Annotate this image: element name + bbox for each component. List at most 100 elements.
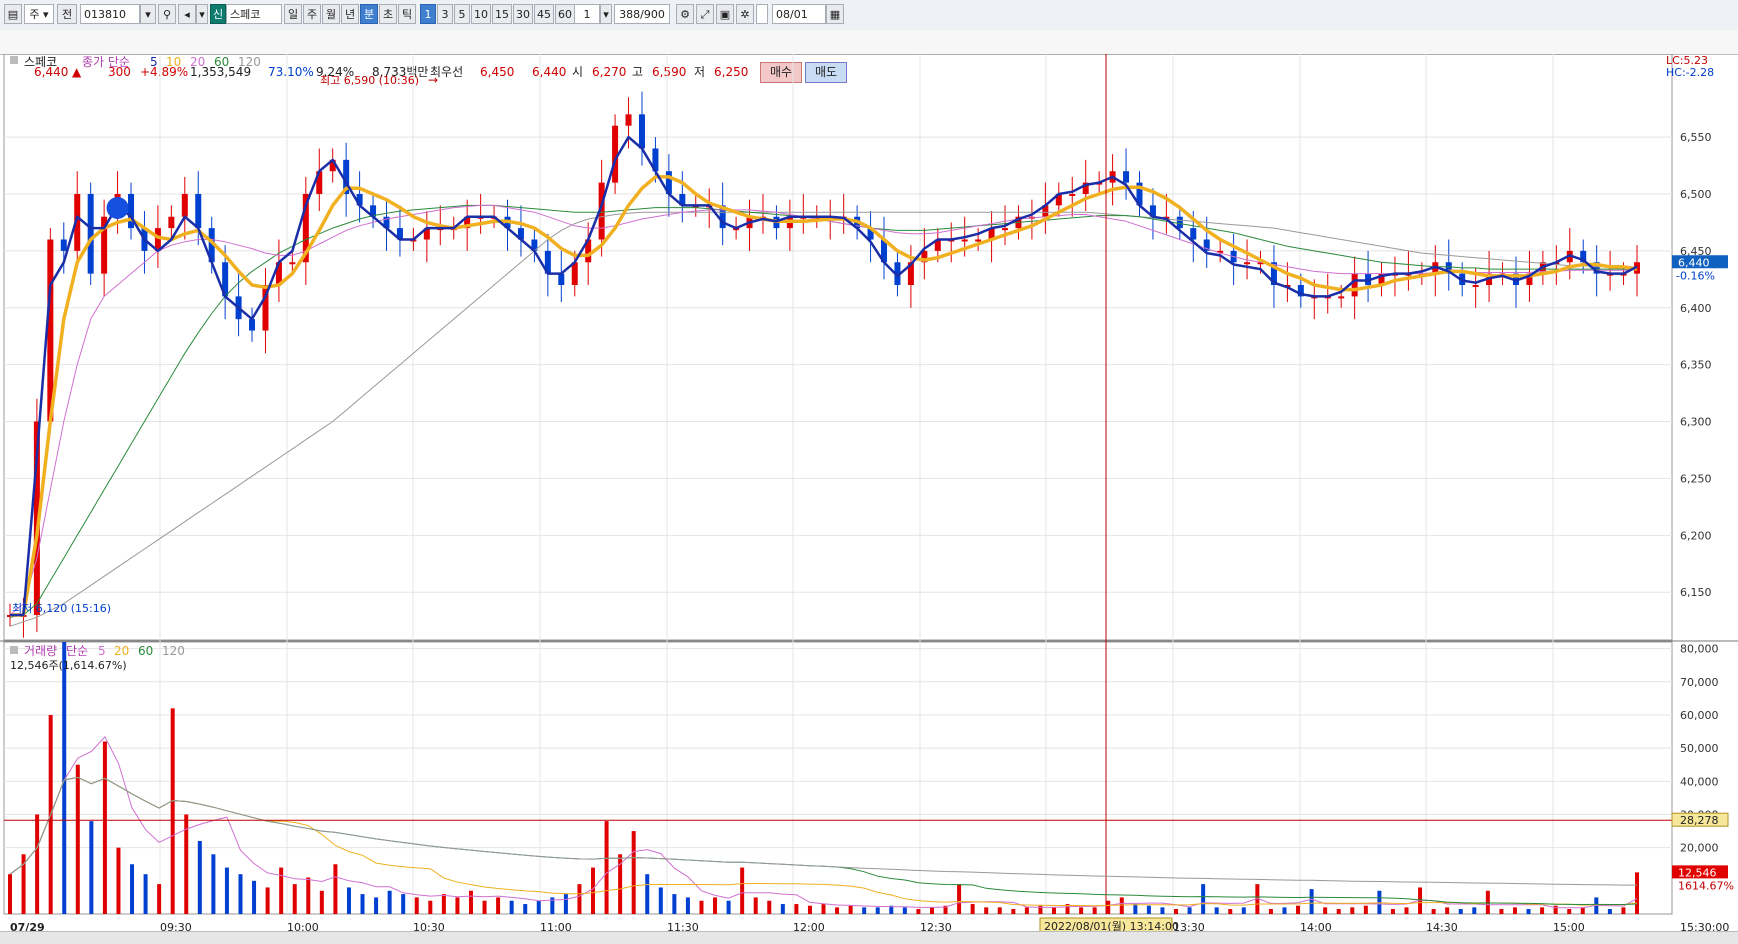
low-annotation: 최저 6,120 (15:16) bbox=[12, 602, 111, 615]
market-mode-select[interactable]: 주 ▾ bbox=[24, 4, 54, 24]
crosshair-date-label: 2022/08/01(월) 13:14:00 bbox=[1044, 920, 1179, 931]
volume-bar bbox=[496, 897, 501, 914]
volume-bar bbox=[75, 764, 80, 914]
period-button-5[interactable]: 초 bbox=[379, 4, 397, 24]
volume-bar bbox=[1174, 909, 1179, 914]
volume-ma120-line bbox=[9, 776, 1637, 886]
settings-gear-icon[interactable]: ✲ bbox=[736, 4, 754, 24]
minute-button-30[interactable]: 30 bbox=[513, 4, 533, 24]
period-button-2[interactable]: 월 bbox=[322, 4, 340, 24]
code-dropdown-icon[interactable]: ▾ bbox=[140, 4, 156, 24]
time-tick-label: 10:30 bbox=[413, 921, 445, 931]
volume-bar bbox=[1119, 897, 1124, 914]
volume-bar bbox=[875, 907, 880, 914]
time-tick-label: 14:00 bbox=[1300, 921, 1332, 931]
volume-bar bbox=[102, 741, 107, 914]
candle-body bbox=[87, 193, 94, 274]
last-price-label: 6,440 bbox=[1678, 256, 1710, 269]
volume-bar bbox=[984, 907, 989, 914]
time-tick-label: 14:30 bbox=[1426, 921, 1458, 931]
volume-legend-period: 120 bbox=[162, 644, 185, 658]
volume-bar bbox=[685, 897, 690, 914]
calendar-icon[interactable]: ▦ bbox=[826, 4, 844, 24]
volume-bar bbox=[1187, 907, 1192, 914]
volume-bar bbox=[1540, 907, 1545, 914]
volume-bar bbox=[130, 864, 135, 914]
volume-bar bbox=[292, 884, 297, 914]
volume-legend-period: 5 bbox=[98, 644, 106, 658]
volume-bar bbox=[1296, 905, 1301, 914]
stock-chart[interactable]: 6,1506,2006,2506,3006,3506,4006,4506,500… bbox=[0, 54, 1738, 931]
volume-bar bbox=[1499, 909, 1504, 914]
multiplier-dropdown-icon[interactable]: ▾ bbox=[600, 4, 612, 24]
draw-tool-icon[interactable]: ⤢ bbox=[696, 4, 714, 24]
period-button-0[interactable]: 일 bbox=[284, 4, 302, 24]
minute-button-5[interactable]: 5 bbox=[454, 4, 470, 24]
volume-bar bbox=[563, 894, 568, 914]
volume-legend-period: 60 bbox=[138, 644, 153, 658]
volume-bar bbox=[509, 900, 514, 914]
minute-button-60[interactable]: 60 bbox=[555, 4, 575, 24]
date-checkbox[interactable] bbox=[756, 4, 768, 24]
price-tick-label: 6,350 bbox=[1680, 359, 1712, 372]
count-display: 388/900 bbox=[614, 4, 670, 24]
hc-label: HC:-2.28 bbox=[1666, 66, 1714, 79]
volume-tick-label: 70,000 bbox=[1680, 676, 1719, 689]
volume-bar bbox=[441, 894, 446, 914]
price-tick-label: 6,300 bbox=[1680, 416, 1712, 429]
price-tick-label: 6,250 bbox=[1680, 472, 1712, 485]
candle-body bbox=[1123, 171, 1130, 183]
candle-body bbox=[625, 114, 632, 126]
period-button-6[interactable]: 틱 bbox=[398, 4, 416, 24]
window-menu-icon[interactable]: ▤ bbox=[4, 4, 22, 24]
volume-bar bbox=[902, 907, 907, 914]
candle-body bbox=[154, 228, 161, 251]
volume-bar bbox=[1445, 907, 1450, 914]
volume-bar bbox=[211, 854, 216, 914]
candle-body bbox=[1176, 216, 1183, 229]
save-icon[interactable]: ▣ bbox=[716, 4, 734, 24]
period-button-4[interactable]: 분 bbox=[360, 4, 378, 24]
date-input[interactable]: 08/01 bbox=[772, 4, 826, 24]
sound-icon[interactable]: ◂ bbox=[178, 4, 196, 24]
price-legend-period: 60 bbox=[214, 55, 229, 69]
volume-bar bbox=[1580, 907, 1585, 914]
period-button-3[interactable]: 년 bbox=[341, 4, 359, 24]
volume-ref-label: 28,278 bbox=[1680, 814, 1719, 827]
volume-pane-frame bbox=[3, 641, 1673, 915]
prev-button[interactable]: 전 bbox=[57, 4, 77, 24]
volume-legend-label: 단순 bbox=[66, 644, 88, 658]
volume-bar bbox=[455, 897, 460, 914]
volume-tick-label: 40,000 bbox=[1680, 775, 1719, 788]
minute-button-3[interactable]: 3 bbox=[437, 4, 453, 24]
period-button-1[interactable]: 주 bbox=[303, 4, 321, 24]
minute-button-1[interactable]: 1 bbox=[420, 4, 436, 24]
multiplier-input[interactable]: 1 bbox=[574, 4, 600, 24]
time-tick-label: 15:00 bbox=[1553, 921, 1585, 931]
price-legend-period: 120 bbox=[238, 55, 261, 69]
minute-button-10[interactable]: 10 bbox=[471, 4, 491, 24]
volume-bar bbox=[1431, 909, 1436, 914]
stock-name-field[interactable]: 스페코 bbox=[226, 4, 282, 24]
price-tick-label: 6,150 bbox=[1680, 586, 1712, 599]
minute-button-15[interactable]: 15 bbox=[492, 4, 512, 24]
speaker-dropdown-icon[interactable]: ▾ bbox=[196, 4, 208, 24]
volume-tick-label: 20,000 bbox=[1680, 842, 1719, 855]
price-ma10-line bbox=[10, 175, 1638, 617]
time-tick-label: 09:30 bbox=[160, 921, 192, 931]
last-volume-label: 12,546 bbox=[1678, 866, 1717, 879]
price-tick-label: 6,200 bbox=[1680, 529, 1712, 542]
search-icon[interactable]: ⚲ bbox=[158, 4, 176, 24]
stock-code-input[interactable]: 013810 bbox=[80, 4, 140, 24]
time-tick-label: 12:30 bbox=[920, 921, 952, 931]
volume-bar bbox=[1079, 907, 1084, 914]
chart-horizontal-scrollbar[interactable] bbox=[0, 931, 1738, 944]
volume-bar bbox=[1635, 872, 1639, 914]
minute-button-45[interactable]: 45 bbox=[534, 4, 554, 24]
volume-bar bbox=[916, 909, 921, 914]
price-legend-label: 종가 단순 bbox=[82, 55, 130, 69]
volume-bar bbox=[265, 887, 270, 914]
cursor-marker bbox=[106, 196, 129, 219]
volume-bar bbox=[1268, 909, 1273, 914]
indicator-icon[interactable]: ⚙ bbox=[676, 4, 694, 24]
